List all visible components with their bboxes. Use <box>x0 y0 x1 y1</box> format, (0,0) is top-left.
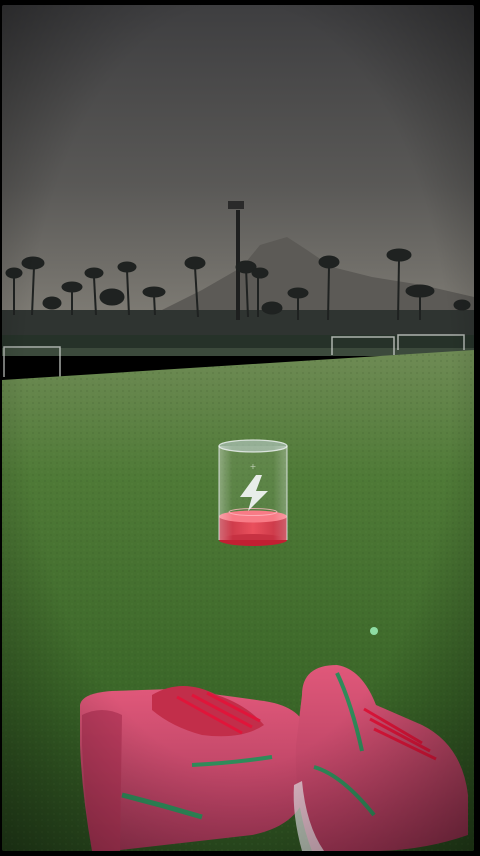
screen: + <box>0 0 480 856</box>
wallpaper-scene: + <box>2 5 474 851</box>
